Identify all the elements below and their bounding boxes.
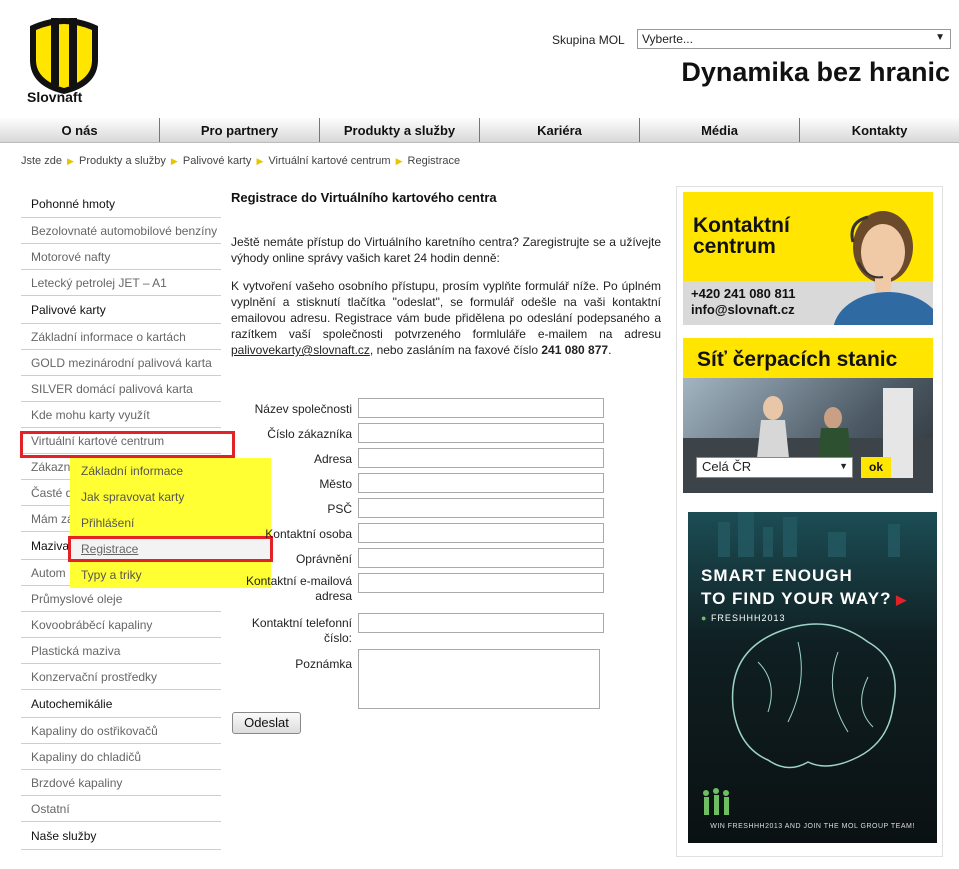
contact-title: Kontaktní centrum xyxy=(693,214,790,258)
contact-person-label: Kontaktní osoba xyxy=(265,527,352,541)
group-select[interactable]: Vyberte... ▼ xyxy=(637,29,951,49)
group-select-value: Vyberte... xyxy=(642,32,693,46)
sidebar-item[interactable]: Naše služby xyxy=(21,822,221,850)
nav-item-kariera[interactable]: Kariéra xyxy=(480,118,640,142)
phone-input[interactable] xyxy=(358,613,604,633)
phone-label: Kontaktní telefonní číslo: xyxy=(251,616,352,645)
breadcrumb-arrow-icon: ▶ xyxy=(256,156,264,166)
sidebar-item[interactable]: Ostatní xyxy=(21,796,221,822)
highlight-box xyxy=(20,431,235,458)
station-title: Síť čerpacích stanic xyxy=(697,348,898,371)
sidebar-item[interactable]: SILVER domácí palivová karta xyxy=(21,376,221,402)
play-icon: ● xyxy=(701,613,711,623)
company-label: Název společnosti xyxy=(254,402,352,416)
ad-tag: ● FRESHHH2013 xyxy=(701,613,786,623)
breadcrumb-item[interactable]: Palivové karty xyxy=(183,155,251,167)
slogan: Dynamika bez hranic xyxy=(681,57,950,87)
region-select-value: Celá ČR xyxy=(702,459,752,474)
instructions-part: . xyxy=(608,343,612,357)
sidebar-item[interactable]: Letecký petrolej JET – A1 xyxy=(21,270,221,296)
sidebar-item[interactable]: GOLD mezinárodní palivová karta xyxy=(21,350,221,376)
company-input[interactable] xyxy=(358,398,604,418)
city-input[interactable] xyxy=(358,473,604,493)
ad-background-illustration xyxy=(703,512,900,815)
instructions-text: K vytvoření vašeho osobního přístupu, pr… xyxy=(231,278,661,358)
sidebar-item[interactable]: Kde mohu karty využít xyxy=(21,402,221,428)
intro-text: Ještě nemáte přístup do Virtuálního kare… xyxy=(231,235,661,265)
sidebar-item[interactable]: Plastická maziva xyxy=(21,638,221,664)
sidebar-item[interactable]: Základní informace o kartách xyxy=(21,324,221,350)
address-input[interactable] xyxy=(358,448,604,468)
logo-text: Slovnaft xyxy=(27,89,83,105)
breadcrumb-arrow-icon: ▶ xyxy=(395,156,403,166)
instructions-part: , nebo zasláním na faxové číslo xyxy=(369,343,542,357)
ad-headline-line: TO FIND YOUR WAY? ▶ xyxy=(701,589,908,608)
email-input[interactable] xyxy=(358,573,604,593)
contact-phone: +420 241 080 811 xyxy=(691,286,796,301)
arrow-right-icon: ▶ xyxy=(891,592,908,607)
freshhh-ad-banner[interactable]: SMART ENOUGH TO FIND YOUR WAY? ▶ ● FRESH… xyxy=(688,512,937,843)
contact-center-banner[interactable]: Kontaktní centrum +420 241 080 811 info@… xyxy=(683,192,933,325)
authorization-label: Oprávnění xyxy=(295,552,352,566)
sidebar-item[interactable]: Autochemikálie xyxy=(21,690,221,718)
fax-number: 241 080 877 xyxy=(541,343,609,357)
sidebar-item[interactable]: Konzervační prostředky xyxy=(21,664,221,690)
sidebar-item[interactable]: Kapaliny do chladičů xyxy=(21,744,221,770)
nav-item-kontakty[interactable]: Kontakty xyxy=(800,118,959,142)
contact-details: +420 241 080 811 info@slovnaft.cz xyxy=(691,286,795,318)
nav-item-produkty[interactable]: Produkty a služby xyxy=(320,118,480,142)
station-network-widget: Síť čerpacích stanic Celá ČR ▼ ok xyxy=(683,338,933,493)
contact-person-input[interactable] xyxy=(358,523,604,543)
breadcrumb-item: Registrace xyxy=(407,155,461,167)
sidebar-item[interactable]: Brzdové kapaliny xyxy=(21,770,221,796)
breadcrumb-item: Jste zde xyxy=(21,155,62,167)
ad-headline-line: SMART ENOUGH xyxy=(701,566,853,585)
authorization-input[interactable] xyxy=(358,548,604,568)
ad-footer: WIN FRESHHH2013 AND JOIN THE MOL GROUP T… xyxy=(710,823,915,830)
breadcrumb-item[interactable]: Produkty a služby xyxy=(79,155,166,167)
nav-item-pro-partnery[interactable]: Pro partnery xyxy=(160,118,320,142)
customer-no-input[interactable] xyxy=(358,423,604,443)
instructions-part: K vytvoření vašeho osobního přístupu, pr… xyxy=(231,279,661,341)
chevron-down-icon: ▼ xyxy=(935,32,945,43)
customer-no-label: Číslo zákazníka xyxy=(267,427,352,441)
city-label: Město xyxy=(319,477,352,491)
email-link[interactable]: palivovekarty@slovnaft.cz xyxy=(231,343,370,357)
page-title: Registrace do Virtuálního kartového cent… xyxy=(231,190,497,205)
submit-button[interactable]: Odeslat xyxy=(232,712,301,734)
sidebar-item[interactable]: Bezolovnaté automobilové benzíny xyxy=(21,218,221,244)
nav-item-o-nas[interactable]: O nás xyxy=(0,118,160,142)
email-label: Kontaktní e-mailová adresa xyxy=(245,574,352,603)
sidebar-item[interactable]: Motorové nafty xyxy=(21,244,221,270)
sidebar-item[interactable]: Kovoobráběcí kapaliny xyxy=(21,612,221,638)
breadcrumb-arrow-icon: ▶ xyxy=(170,156,178,166)
breadcrumb: Jste zde ▶ Produkty a služby ▶ Palivové … xyxy=(21,155,460,167)
breadcrumb-arrow-icon: ▶ xyxy=(67,156,74,166)
breadcrumb-item[interactable]: Virtuální kartové centrum xyxy=(268,155,390,167)
sidebar-item[interactable]: Palivové karty xyxy=(21,296,221,324)
sidebar-item[interactable]: Průmyslové oleje xyxy=(21,586,221,612)
sidebar-item[interactable]: Kapaliny do ostřikovačů xyxy=(21,718,221,744)
region-select[interactable]: Celá ČR ▼ xyxy=(696,457,853,478)
contact-email: info@slovnaft.cz xyxy=(691,302,795,317)
chevron-down-icon: ▼ xyxy=(839,461,848,471)
note-textarea[interactable] xyxy=(358,649,600,709)
nav-item-media[interactable]: Média xyxy=(640,118,800,142)
call-agent-image xyxy=(833,211,933,325)
zip-label: PSČ xyxy=(327,502,352,516)
main-content: Registrace do Virtuálního kartového cent… xyxy=(231,190,661,357)
group-label: Skupina MOL xyxy=(552,33,625,47)
top-navigation: O nás Pro partnery Produkty a služby Kar… xyxy=(0,118,959,143)
ad-headline: SMART ENOUGH TO FIND YOUR WAY? ▶ xyxy=(701,564,907,611)
address-label: Adresa xyxy=(313,452,352,466)
ok-button[interactable]: ok xyxy=(861,457,891,478)
sidebar-item[interactable]: Pohonné hmoty xyxy=(21,190,221,218)
zip-input[interactable] xyxy=(358,498,604,518)
note-label: Poznámka xyxy=(295,657,352,671)
